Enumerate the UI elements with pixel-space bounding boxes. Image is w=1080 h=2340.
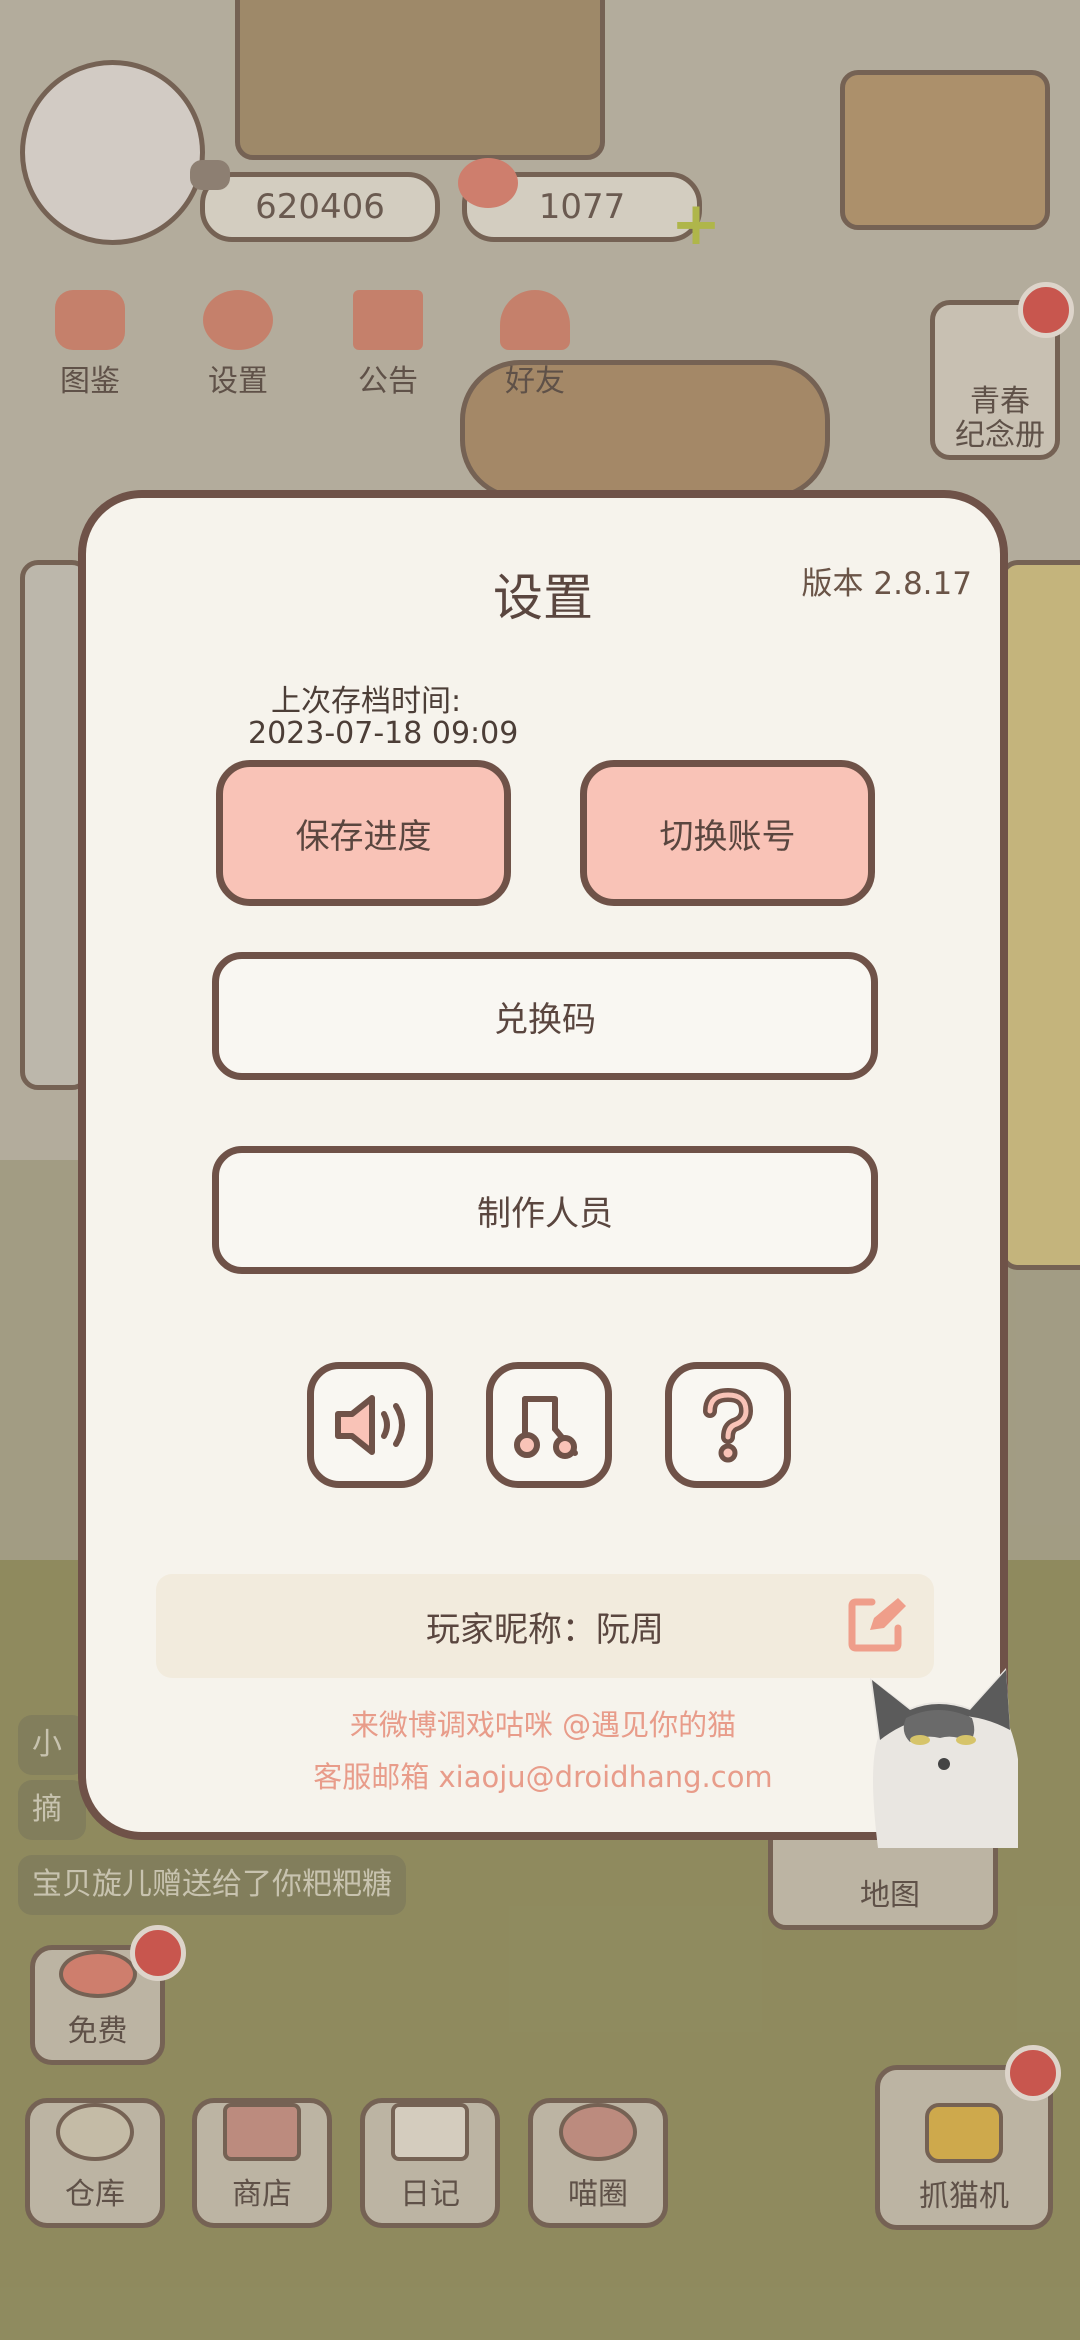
sound-toggle-button[interactable] xyxy=(307,1362,433,1488)
cat-photo-sticker xyxy=(870,1668,1018,1848)
nickname-bar: 玩家昵称：阮周 xyxy=(156,1574,934,1678)
music-icon xyxy=(514,1396,578,1459)
switch-account-label: 切换账号 xyxy=(659,816,796,857)
last-save-label: 上次存档时间: xyxy=(271,684,462,719)
sound-icon xyxy=(335,1395,405,1455)
settings-dialog: 设置 版本 2.8.17 上次存档时间: 2023-07-18 09:09 保存… xyxy=(78,490,1018,1848)
save-progress-label: 保存进度 xyxy=(295,816,432,857)
help-icon xyxy=(703,1387,754,1463)
help-button[interactable] xyxy=(665,1362,791,1488)
last-save-time: 2023-07-18 09:09 xyxy=(248,716,519,751)
edit-icon[interactable] xyxy=(844,1592,908,1656)
redeem-code-button[interactable]: 兑换码 xyxy=(212,952,878,1080)
switch-account-button[interactable]: 切换账号 xyxy=(580,760,875,906)
credits-button[interactable]: 制作人员 xyxy=(212,1146,878,1274)
credits-label: 制作人员 xyxy=(477,1193,613,1234)
version-label: 版本 2.8.17 xyxy=(801,566,972,602)
redeem-code-label: 兑换码 xyxy=(494,999,596,1040)
save-progress-button[interactable]: 保存进度 xyxy=(216,760,511,906)
music-toggle-button[interactable] xyxy=(486,1362,612,1488)
nickname-text: 玩家昵称：阮周 xyxy=(426,1610,664,1650)
